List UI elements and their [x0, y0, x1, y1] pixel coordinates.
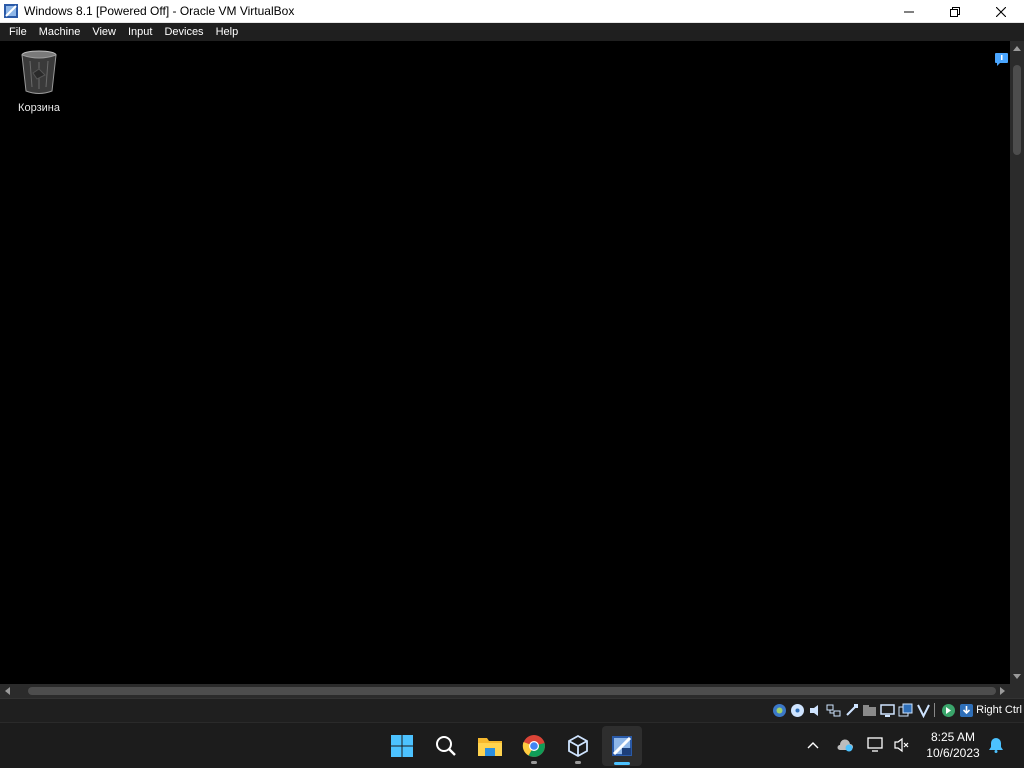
- host-key-label[interactable]: Right Ctrl: [976, 704, 1022, 716]
- virtualization-icon[interactable]: [915, 702, 931, 718]
- vertical-scroll-thumb[interactable]: [1013, 65, 1021, 155]
- monitor-icon: [867, 737, 883, 752]
- taskbar-chrome[interactable]: [514, 726, 554, 766]
- recording-icon[interactable]: [897, 702, 913, 718]
- close-icon: [996, 6, 1006, 17]
- window-title: Windows 8.1 [Powered Off] - Oracle VM Vi…: [24, 4, 295, 18]
- running-indicator: [531, 761, 537, 764]
- scroll-up-button[interactable]: [1010, 41, 1024, 55]
- file-explorer-icon: [478, 738, 502, 756]
- display-icon[interactable]: [879, 702, 895, 718]
- chevron-up-icon: [1013, 46, 1021, 51]
- vm-status-bar: Right Ctrl: [0, 698, 1024, 722]
- recycle-bin-icon: [21, 50, 57, 94]
- chrome-icon: [522, 735, 545, 757]
- search-icon: [436, 736, 456, 756]
- menu-file[interactable]: File: [3, 23, 33, 41]
- minimize-icon: [904, 11, 914, 12]
- scroll-corner: [1010, 684, 1024, 698]
- menu-view[interactable]: View: [86, 23, 122, 41]
- start-button[interactable]: [382, 726, 422, 766]
- mouse-integration-icon[interactable]: [940, 702, 956, 718]
- cloud-icon: [837, 739, 853, 752]
- speaker-muted-icon: [894, 737, 909, 753]
- show-hidden-icons-button[interactable]: [803, 735, 823, 755]
- status-separator: [934, 703, 935, 717]
- scroll-down-button[interactable]: [1010, 670, 1024, 684]
- vm-display[interactable]: Корзина: [0, 41, 1010, 684]
- onedrive-tray-icon[interactable]: [835, 735, 855, 755]
- scroll-right-button[interactable]: [996, 684, 1010, 698]
- horizontal-scrollbar[interactable]: [0, 684, 1010, 698]
- menu-bar: File Machine View Input Devices Help: [0, 23, 1024, 41]
- virtualbox-manager-icon: [568, 734, 588, 758]
- taskbar-virtualbox-vm[interactable]: [602, 726, 642, 766]
- clock-time: 8:25 AM: [930, 730, 976, 744]
- recycle-bin-label: Корзина: [18, 102, 60, 114]
- active-window-indicator: [614, 762, 630, 765]
- chevron-down-icon: [1013, 674, 1021, 679]
- bell-icon: [989, 738, 1003, 753]
- restore-icon: [950, 6, 960, 17]
- taskbar-virtualbox-manager[interactable]: [558, 726, 598, 766]
- virtualbox-vm-icon: [4, 4, 18, 18]
- shared-folders-icon[interactable]: [861, 702, 877, 718]
- maximize-button[interactable]: [932, 0, 978, 23]
- scroll-left-button[interactable]: [0, 684, 14, 698]
- virtualbox-vm-icon: [612, 736, 632, 756]
- recycle-bin-shortcut[interactable]: Корзина: [12, 49, 66, 114]
- menu-input[interactable]: Input: [122, 23, 158, 41]
- menu-machine[interactable]: Machine: [33, 23, 87, 41]
- chevron-up-icon: [807, 742, 819, 749]
- keyboard-icon[interactable]: [958, 702, 974, 718]
- audio-icon[interactable]: [807, 702, 823, 718]
- clock-date: 10/6/2023: [926, 746, 980, 760]
- volume-tray-icon[interactable]: [892, 735, 912, 755]
- running-indicator: [575, 761, 581, 764]
- notifications-button[interactable]: [986, 735, 1006, 755]
- windows-taskbar: 8:25 AM 10/6/2023: [0, 722, 1024, 768]
- chevron-left-icon: [5, 687, 10, 695]
- network-icon[interactable]: [825, 702, 841, 718]
- chevron-right-icon: [1000, 687, 1005, 695]
- hard-disk-icon[interactable]: [771, 702, 787, 718]
- search-button[interactable]: [426, 726, 466, 766]
- notification-flag-icon[interactable]: [994, 52, 1009, 67]
- network-tray-icon[interactable]: [866, 735, 886, 755]
- menu-help[interactable]: Help: [210, 23, 245, 41]
- menu-devices[interactable]: Devices: [158, 23, 209, 41]
- taskbar-file-explorer[interactable]: [470, 726, 510, 766]
- minimize-button[interactable]: [886, 0, 932, 23]
- start-icon: [391, 735, 413, 757]
- usb-icon[interactable]: [843, 702, 859, 718]
- vertical-scrollbar[interactable]: [1010, 41, 1024, 684]
- optical-drive-icon[interactable]: [789, 702, 805, 718]
- horizontal-scroll-thumb[interactable]: [28, 687, 996, 695]
- taskbar-clock[interactable]: 8:25 AM 10/6/2023: [920, 729, 986, 761]
- window-titlebar[interactable]: Windows 8.1 [Powered Off] - Oracle VM Vi…: [0, 0, 1024, 23]
- close-button[interactable]: [978, 0, 1024, 23]
